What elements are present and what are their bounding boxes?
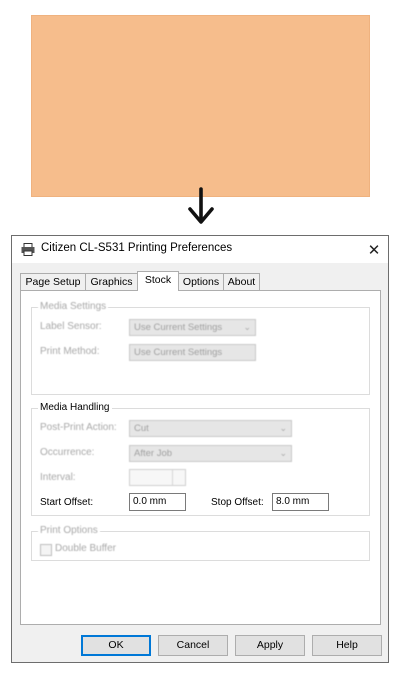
close-button[interactable]: ✕: [360, 236, 388, 263]
printing-preferences-dialog: Citizen CL-S531 Printing Preferences ✕ P…: [11, 235, 389, 663]
start-offset-input[interactable]: 0.0 mm: [129, 493, 186, 511]
media-settings-group: Media Settings Label Sensor: Use Current…: [31, 301, 370, 395]
print-method-label: Print Method:: [40, 346, 100, 357]
double-buffer-checkbox[interactable]: [40, 544, 52, 556]
print-method-value: Use Current Settings: [134, 347, 223, 358]
arrow-down-icon: [188, 187, 214, 224]
occurrence-label: Occurrence:: [40, 447, 95, 458]
start-offset-label: Start Offset:: [40, 497, 94, 508]
chevron-down-icon: ⌄: [243, 322, 251, 332]
print-method-select[interactable]: Use Current Settings: [129, 344, 256, 361]
stop-offset-input[interactable]: 8.0 mm: [272, 493, 329, 511]
double-buffer-label: Double Buffer: [55, 543, 116, 554]
tab-about[interactable]: About: [223, 273, 260, 290]
tab-options[interactable]: Options: [178, 273, 224, 290]
label-sensor-label: Label Sensor:: [40, 321, 102, 332]
interval-stepper[interactable]: [129, 469, 186, 486]
close-icon: ✕: [367, 241, 381, 259]
occurrence-select[interactable]: After Job ⌄: [129, 445, 292, 462]
title-bar: Citizen CL-S531 Printing Preferences ✕: [12, 236, 388, 263]
printer-icon: [21, 243, 35, 256]
label-sensor-value: Use Current Settings: [134, 322, 223, 333]
stepper-arrows-icon: [172, 470, 185, 485]
print-options-group: Print Options Double Buffer: [31, 525, 370, 561]
tab-stock[interactable]: Stock: [137, 271, 179, 291]
print-options-title: Print Options: [38, 525, 100, 536]
label-stock-preview: [31, 15, 370, 197]
stock-tab-panel: Media Settings Label Sensor: Use Current…: [20, 290, 381, 625]
media-handling-group: Media Handling Post-Print Action: Cut ⌄ …: [31, 402, 370, 516]
post-print-action-select[interactable]: Cut ⌄: [129, 420, 292, 437]
tab-page-setup[interactable]: Page Setup: [20, 273, 86, 290]
media-handling-title: Media Handling: [38, 402, 112, 413]
cancel-button[interactable]: Cancel: [158, 635, 228, 656]
window-title: Citizen CL-S531 Printing Preferences: [41, 242, 233, 254]
ok-button[interactable]: OK: [81, 635, 151, 656]
chevron-down-icon: ⌄: [279, 448, 287, 458]
interval-label: Interval:: [40, 472, 76, 483]
post-print-action-value: Cut: [134, 423, 149, 434]
apply-button[interactable]: Apply: [235, 635, 305, 656]
stop-offset-label: Stop Offset:: [211, 497, 264, 508]
label-sensor-select[interactable]: Use Current Settings ⌄: [129, 319, 256, 336]
tab-graphics[interactable]: Graphics: [85, 273, 138, 290]
media-settings-title: Media Settings: [38, 301, 109, 312]
chevron-down-icon: ⌄: [279, 423, 287, 433]
post-print-action-label: Post-Print Action:: [40, 422, 117, 433]
occurrence-value: After Job: [134, 448, 173, 459]
help-button[interactable]: Help: [312, 635, 382, 656]
